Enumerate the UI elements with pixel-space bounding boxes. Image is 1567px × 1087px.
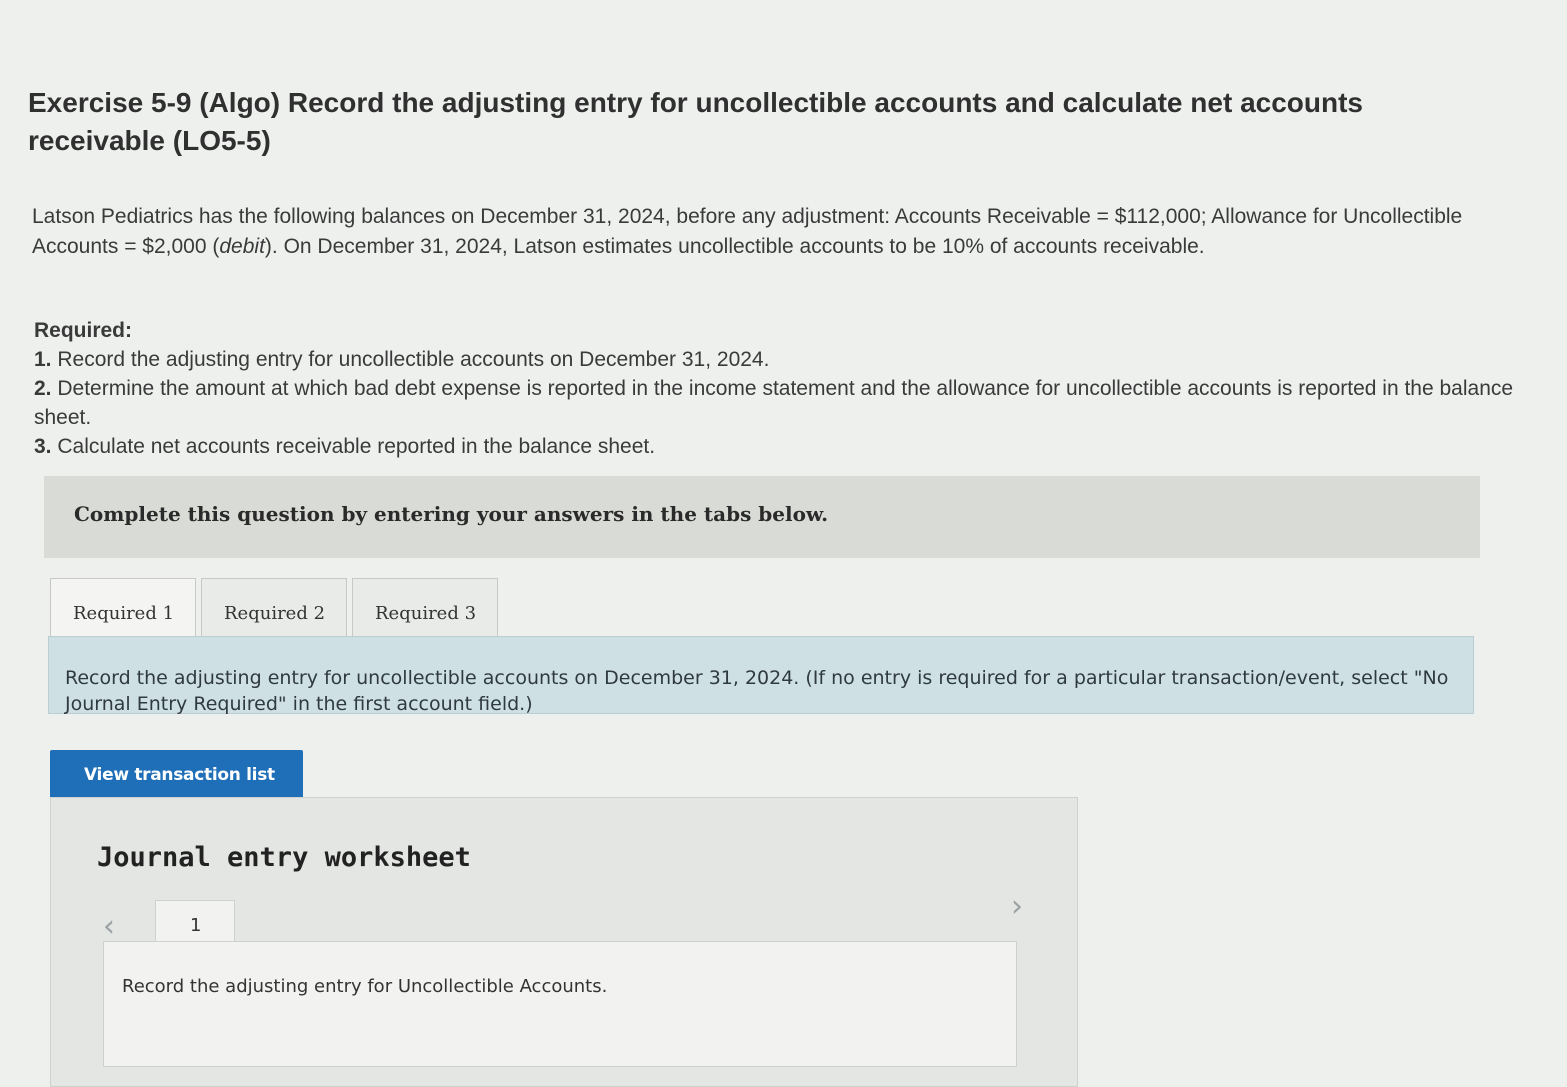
banner-text: Complete this question by entering your …	[74, 502, 829, 526]
tab-instruction: Record the adjusting entry for uncollect…	[48, 636, 1474, 715]
journal-entry-worksheet: Journal entry worksheet ‹ 1 › Record the…	[50, 797, 1078, 1087]
required-section: Required: 1. Record the adjusting entry …	[34, 316, 1514, 461]
entry-instruction-text: Record the adjusting entry for Uncollect…	[122, 976, 608, 997]
required-item-number: 3.	[34, 435, 52, 458]
chevron-right-icon[interactable]: ›	[1011, 892, 1023, 922]
required-item-text: Record the adjusting entry for uncollect…	[57, 348, 770, 371]
intro-italic-debit: debit	[219, 235, 265, 258]
required-item-2: 2. Determine the amount at which bad deb…	[34, 374, 1514, 432]
required-list: 1. Record the adjusting entry for uncoll…	[34, 345, 1514, 461]
required-heading: Required:	[34, 319, 133, 342]
required-item-text: Calculate net accounts receivable report…	[57, 435, 656, 458]
required-item-number: 1.	[34, 348, 52, 371]
intro-text-2: ). On December 31, 2024, Latson estimate…	[264, 235, 1205, 258]
required-item-text: Determine the amount at which bad debt e…	[34, 377, 1514, 429]
chevron-left-icon[interactable]: ‹	[103, 912, 115, 942]
required-item-3: 3. Calculate net accounts receivable rep…	[34, 432, 1514, 461]
required-item-number: 2.	[34, 377, 52, 400]
view-transaction-list-button[interactable]: View transaction list	[50, 750, 303, 800]
worksheet-title: Journal entry worksheet	[97, 842, 471, 873]
problem-description: Latson Pediatrics has the following bala…	[32, 202, 1502, 262]
instructions-banner: Complete this question by entering your …	[44, 476, 1480, 558]
required-item-1: 1. Record the adjusting entry for uncoll…	[34, 345, 1514, 374]
entry-panel: Record the adjusting entry for Uncollect…	[103, 941, 1017, 1067]
exercise-title: Exercise 5-9 (Algo) Record the adjusting…	[28, 87, 1363, 156]
